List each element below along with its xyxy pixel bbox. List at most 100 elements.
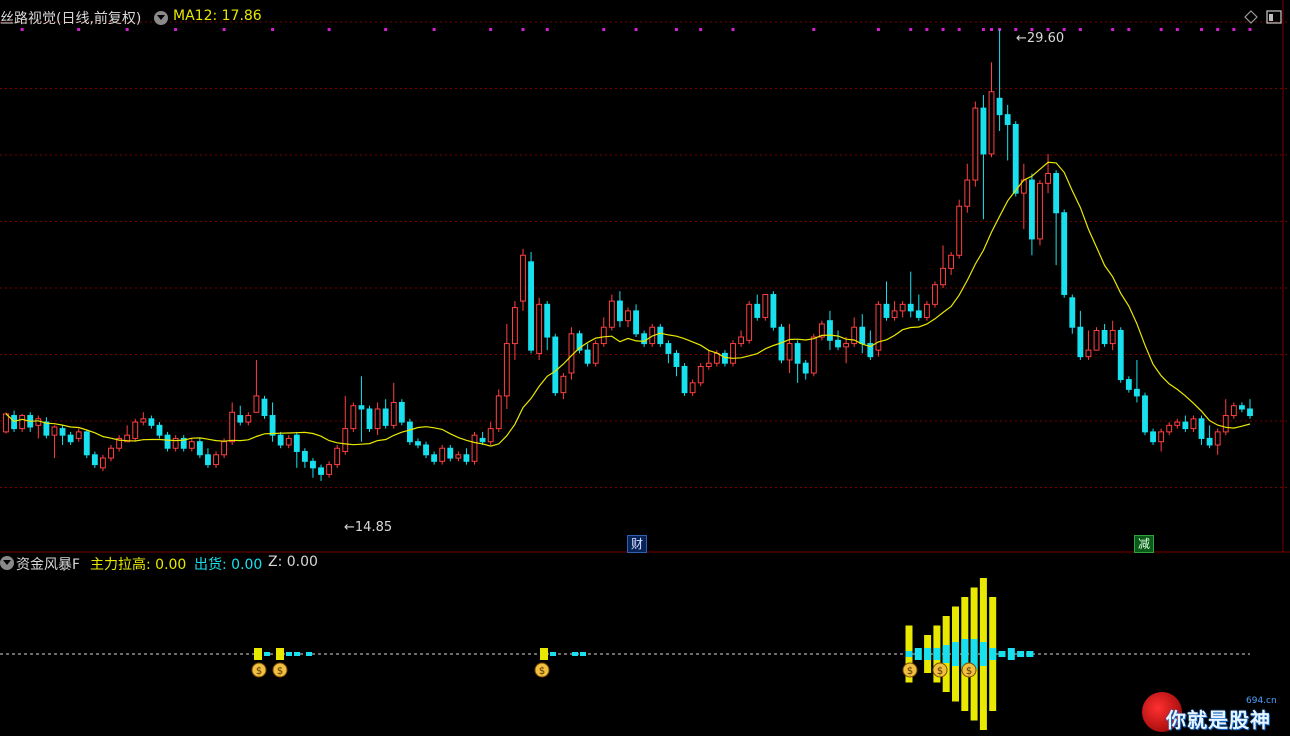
- candle-body: [1117, 330, 1124, 381]
- candle-body: [67, 434, 74, 443]
- signal-dot: [20, 28, 24, 31]
- candle-body: [205, 454, 211, 466]
- candle-body: [681, 365, 688, 394]
- ship-bar: [286, 652, 292, 656]
- main-pull-readout: 主力拉高: 0.00: [90, 557, 187, 573]
- signal-dot: [1159, 28, 1163, 31]
- candle-body: [625, 310, 631, 322]
- candle-body: [713, 352, 720, 364]
- signal-dot: [432, 28, 436, 31]
- main-pull-bar: [254, 648, 262, 660]
- candle-body: [1133, 388, 1140, 397]
- ship-bar: [1026, 651, 1034, 657]
- candle-body: [390, 401, 397, 426]
- candle-body: [770, 294, 777, 328]
- chart-title: 丝路视觉(日线,前复权): [0, 11, 142, 27]
- candle-body: [705, 362, 712, 367]
- money-bag-symbol: $: [937, 666, 943, 677]
- ship-readout: 出货: 0.00: [194, 557, 263, 573]
- candle-body: [19, 415, 26, 430]
- signal-dot: [1127, 28, 1131, 31]
- candle-body: [269, 415, 276, 436]
- candle-body: [366, 408, 373, 430]
- candle-body: [196, 441, 203, 456]
- candle-body: [75, 431, 82, 439]
- candle-body: [1109, 330, 1116, 345]
- candle-body: [318, 467, 324, 475]
- reduce-event-badge[interactable]: 减: [1134, 535, 1154, 553]
- candle-body: [334, 447, 341, 466]
- candle-body: [1158, 431, 1165, 443]
- stock-chart-canvas[interactable]: $ $ $ $ $ $: [0, 0, 1290, 736]
- candle-body: [528, 261, 534, 351]
- ship-bar: [952, 642, 959, 666]
- signal-dot: [941, 28, 945, 31]
- signal-dot: [1232, 28, 1236, 31]
- candle-body: [471, 434, 478, 462]
- indicator-collapse-icon[interactable]: [0, 556, 14, 570]
- candle-body: [964, 179, 971, 207]
- candle-body: [213, 454, 219, 466]
- candle-body: [237, 415, 244, 423]
- candle-body: [1028, 179, 1035, 240]
- candle-body: [1012, 123, 1019, 194]
- candle-body: [3, 413, 9, 433]
- candle-body: [600, 326, 607, 345]
- diamond-icon[interactable]: [1244, 9, 1258, 24]
- ma12-line: [5, 161, 1251, 447]
- signal-dot: [957, 28, 961, 31]
- signal-dot: [602, 28, 606, 31]
- signal-dot: [384, 28, 388, 31]
- candle-body: [188, 441, 195, 449]
- candle-body: [754, 303, 761, 318]
- candle-body: [374, 408, 381, 430]
- candle-body: [511, 307, 518, 345]
- candle-body: [503, 343, 510, 397]
- signal-dot: [990, 28, 994, 31]
- candle-body: [560, 375, 567, 394]
- signal-dot-row: [20, 28, 1252, 31]
- ship-bar: [979, 642, 987, 666]
- candle-body: [1037, 182, 1043, 240]
- window-icon[interactable]: [1266, 9, 1282, 24]
- signal-dot: [222, 28, 226, 31]
- finance-event-badge[interactable]: 财: [627, 535, 647, 553]
- candle-body: [406, 421, 413, 443]
- candle-body: [738, 336, 745, 345]
- candle-body: [1150, 431, 1156, 443]
- candle-body: [479, 437, 486, 443]
- watermark-brand-text: 你就是股神: [1166, 708, 1271, 732]
- candle-body: [11, 415, 18, 430]
- candle-body: [342, 428, 349, 453]
- signal-dot: [77, 28, 81, 31]
- candle-body: [1174, 421, 1181, 426]
- candle-body: [59, 428, 66, 436]
- candle-body: [552, 336, 559, 394]
- low-price-value: 14.85: [354, 520, 393, 535]
- candle-body: [520, 254, 526, 302]
- main-pull-bar: [276, 648, 284, 660]
- money-bag-symbol: $: [539, 666, 545, 677]
- collapse-icon[interactable]: [154, 11, 168, 25]
- candle-body: [495, 395, 502, 430]
- candle-body: [1093, 330, 1100, 351]
- ship-bar: [294, 652, 300, 656]
- finance-event-label: 财: [630, 537, 643, 551]
- candle-body: [746, 303, 753, 341]
- signal-dot: [1175, 28, 1179, 31]
- signal-dot: [909, 28, 913, 31]
- signal-dot: [674, 28, 678, 31]
- candle-body: [277, 434, 284, 446]
- candle-body: [948, 254, 955, 269]
- ship-bar: [264, 652, 270, 656]
- candle-body: [35, 418, 42, 426]
- arrow-left-icon: ←: [344, 520, 355, 535]
- reduce-event-label: 减: [1137, 537, 1150, 551]
- candle-body: [455, 454, 462, 459]
- candle-body: [221, 441, 228, 456]
- signal-dot: [327, 28, 331, 31]
- ship-bar: [572, 652, 578, 656]
- candle-body: [592, 343, 599, 364]
- ship-bar: [933, 648, 941, 660]
- candle-body: [326, 464, 333, 475]
